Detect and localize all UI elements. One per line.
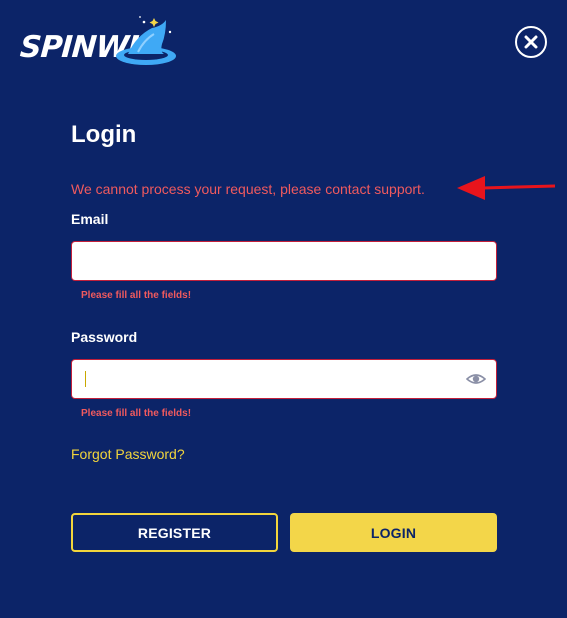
eye-icon[interactable] (466, 370, 486, 388)
password-field[interactable] (72, 360, 496, 398)
spinwiz-logo: SPINWIZ (19, 14, 180, 70)
login-modal: SPINWIZ Login We cannot process your req… (0, 0, 567, 618)
password-field-wrapper (71, 359, 497, 399)
email-label: Email (71, 211, 109, 227)
page-title: Login (71, 121, 137, 148)
close-icon (524, 35, 538, 49)
email-field-wrapper (71, 241, 497, 281)
text-cursor (85, 371, 86, 387)
error-message: We cannot process your request, please c… (71, 181, 425, 197)
email-field[interactable] (72, 242, 496, 280)
annotation-arrow (457, 176, 556, 200)
login-button[interactable]: LOGIN (290, 513, 497, 552)
register-button[interactable]: REGISTER (71, 513, 278, 552)
close-button[interactable] (515, 26, 547, 58)
email-error: Please fill all the fields! (81, 290, 192, 301)
wizard-hat-icon (116, 16, 176, 65)
password-error: Please fill all the fields! (81, 408, 192, 419)
forgot-password-link[interactable]: Forgot Password? (71, 446, 185, 462)
password-label: Password (71, 329, 138, 345)
